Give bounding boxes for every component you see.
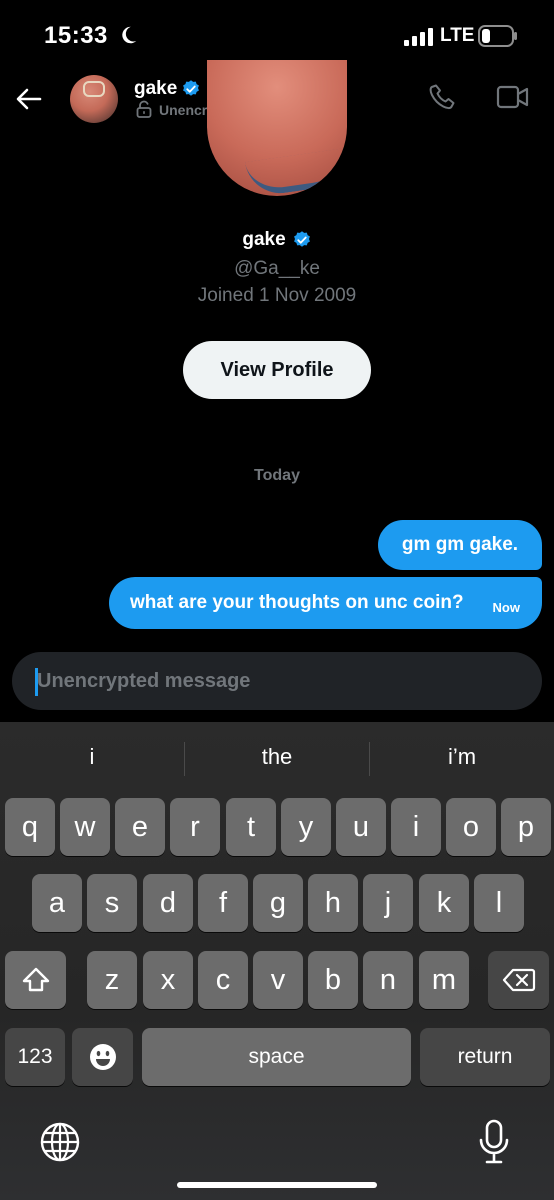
key-o[interactable]: o <box>446 798 496 856</box>
status-time: 15:33 <box>44 22 108 49</box>
avatar[interactable] <box>70 75 118 123</box>
message-bubble[interactable]: gm gm gake. <box>378 520 542 570</box>
delete-icon <box>502 968 535 992</box>
key-i[interactable]: i <box>391 798 441 856</box>
moon-icon <box>122 26 137 44</box>
message-bubble[interactable]: what are your thoughts on unc coin? Now <box>109 577 542 629</box>
shift-key[interactable] <box>5 951 66 1009</box>
key-b[interactable]: b <box>308 951 358 1009</box>
message-text: what are your thoughts on unc coin? <box>130 592 464 613</box>
globe-icon[interactable] <box>39 1121 81 1163</box>
signal-icon <box>404 28 433 46</box>
verified-icon <box>183 80 199 96</box>
key-n[interactable]: n <box>363 951 413 1009</box>
key-t[interactable]: t <box>226 798 276 856</box>
message-text: gm gm gake. <box>401 534 519 555</box>
key-z[interactable]: z <box>87 951 137 1009</box>
key-a[interactable]: a <box>32 874 82 932</box>
emoji-key[interactable] <box>72 1028 133 1086</box>
profile-name: gake <box>0 229 554 251</box>
view-profile-button[interactable]: View Profile <box>183 341 371 399</box>
key-l[interactable]: l <box>474 874 524 932</box>
emoji-icon <box>89 1044 116 1070</box>
key-u[interactable]: u <box>336 798 386 856</box>
profile-handle: @Ga__ke <box>234 258 320 279</box>
back-icon[interactable] <box>14 84 44 114</box>
profile-avatar[interactable] <box>207 60 347 196</box>
key-k[interactable]: k <box>419 874 469 932</box>
key-v[interactable]: v <box>253 951 303 1009</box>
key-r[interactable]: r <box>170 798 220 856</box>
key-c[interactable]: c <box>198 951 248 1009</box>
message-timestamp: Now <box>492 600 520 615</box>
profile-joined-date: Joined 1 Nov 2009 <box>197 285 357 306</box>
video-icon[interactable] <box>496 84 530 110</box>
key-w[interactable]: w <box>60 798 110 856</box>
home-indicator[interactable] <box>177 1182 377 1188</box>
key-h[interactable]: h <box>308 874 358 932</box>
suggestion-3[interactable]: i’m <box>370 744 554 770</box>
return-key[interactable]: return <box>420 1028 550 1086</box>
key-e[interactable]: e <box>115 798 165 856</box>
key-f[interactable]: f <box>198 874 248 932</box>
key-p[interactable]: p <box>501 798 551 856</box>
space-key[interactable]: space <box>142 1028 411 1086</box>
key-x[interactable]: x <box>143 951 193 1009</box>
numbers-key[interactable]: 123 <box>5 1028 65 1086</box>
microphone-icon[interactable] <box>477 1118 511 1166</box>
profile-name-label: gake <box>242 229 286 250</box>
key-y[interactable]: y <box>281 798 331 856</box>
key-m[interactable]: m <box>419 951 469 1009</box>
message-input-placeholder: Unencrypted message <box>37 670 251 692</box>
network-label: LTE <box>440 25 475 46</box>
suggestion-2[interactable]: the <box>185 744 369 770</box>
key-g[interactable]: g <box>253 874 303 932</box>
date-divider: Today <box>254 467 300 484</box>
contact-name[interactable]: gake <box>134 78 177 100</box>
phone-icon[interactable] <box>428 82 458 112</box>
message-input[interactable]: Unencrypted message <box>12 652 542 710</box>
verified-icon <box>293 231 310 247</box>
shift-icon <box>22 967 49 992</box>
suggestion-1[interactable]: i <box>0 744 184 770</box>
battery-icon <box>478 25 517 47</box>
delete-key[interactable] <box>488 951 549 1009</box>
key-q[interactable]: q <box>5 798 55 856</box>
key-s[interactable]: s <box>87 874 137 932</box>
key-d[interactable]: d <box>143 874 193 932</box>
key-j[interactable]: j <box>363 874 413 932</box>
lock-icon <box>136 100 152 118</box>
